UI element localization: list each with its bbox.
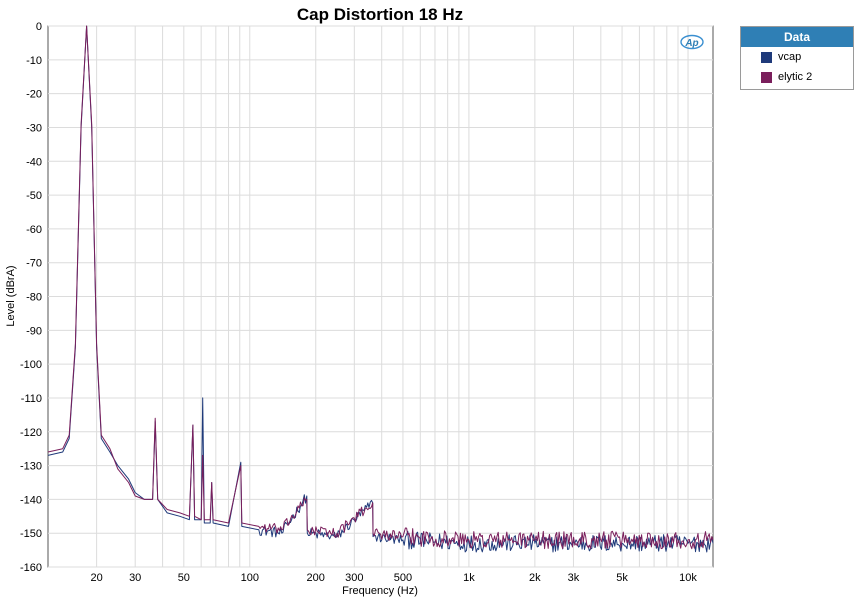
y-axis-label: Level (dBrA): [5, 265, 17, 326]
legend-swatch-vcap: [761, 51, 772, 63]
y-tick-label: -40: [26, 156, 42, 168]
x-tick-label: 3k: [568, 572, 580, 584]
y-tick-label: -160: [20, 562, 42, 574]
x-tick-label: 500: [394, 572, 412, 584]
chart-title: Cap Distortion 18 Hz: [297, 5, 463, 24]
y-tick-label: -100: [20, 359, 42, 371]
legend-item-elytic-2[interactable]: elytic 2: [741, 67, 853, 87]
svg-text:Ap: Ap: [684, 38, 698, 49]
y-tick-label: -80: [26, 292, 42, 304]
y-tick-label: -30: [26, 122, 42, 134]
y-tick-label: -130: [20, 461, 42, 473]
ap-logo-icon: Ap: [680, 34, 704, 50]
y-tick-label: -150: [20, 528, 42, 540]
y-tick-label: -50: [26, 190, 42, 202]
x-axis-label: Frequency (Hz): [342, 585, 418, 597]
y-tick-label: -60: [26, 224, 42, 236]
y-tick-label: 0: [36, 21, 42, 33]
y-tick-label: -140: [20, 494, 42, 506]
x-tick-label: 20: [90, 572, 102, 584]
legend-title: Data: [741, 27, 853, 47]
x-tick-label: 2k: [529, 572, 541, 584]
chart: Cap Distortion 18 Hz 20 30 50 100 200 300 500 1…: [0, 0, 860, 600]
y-tick-label: -120: [20, 427, 42, 439]
legend: Data vcap elytic 2: [740, 26, 854, 90]
y-tick-label: -110: [21, 393, 42, 405]
y-tick-label: -20: [26, 89, 42, 101]
x-tick-label: 5k: [616, 572, 628, 584]
x-tick-label: 30: [129, 572, 141, 584]
legend-label-elytic-2: elytic 2: [778, 71, 813, 83]
x-tick-label: 300: [345, 572, 363, 584]
legend-item-vcap[interactable]: vcap: [741, 47, 853, 67]
x-tick-label: 50: [178, 572, 190, 584]
x-tick-label: 10k: [679, 572, 697, 584]
y-tick-label: -70: [26, 258, 42, 270]
legend-label-vcap: vcap: [778, 51, 802, 63]
y-tick-label: -90: [26, 325, 42, 337]
x-tick-label: 200: [307, 572, 325, 584]
y-tick-label: -10: [26, 55, 42, 67]
x-tick-label: 1k: [463, 572, 475, 584]
legend-swatch-elytic-2: [761, 71, 772, 83]
x-tick-label: 100: [241, 572, 259, 584]
